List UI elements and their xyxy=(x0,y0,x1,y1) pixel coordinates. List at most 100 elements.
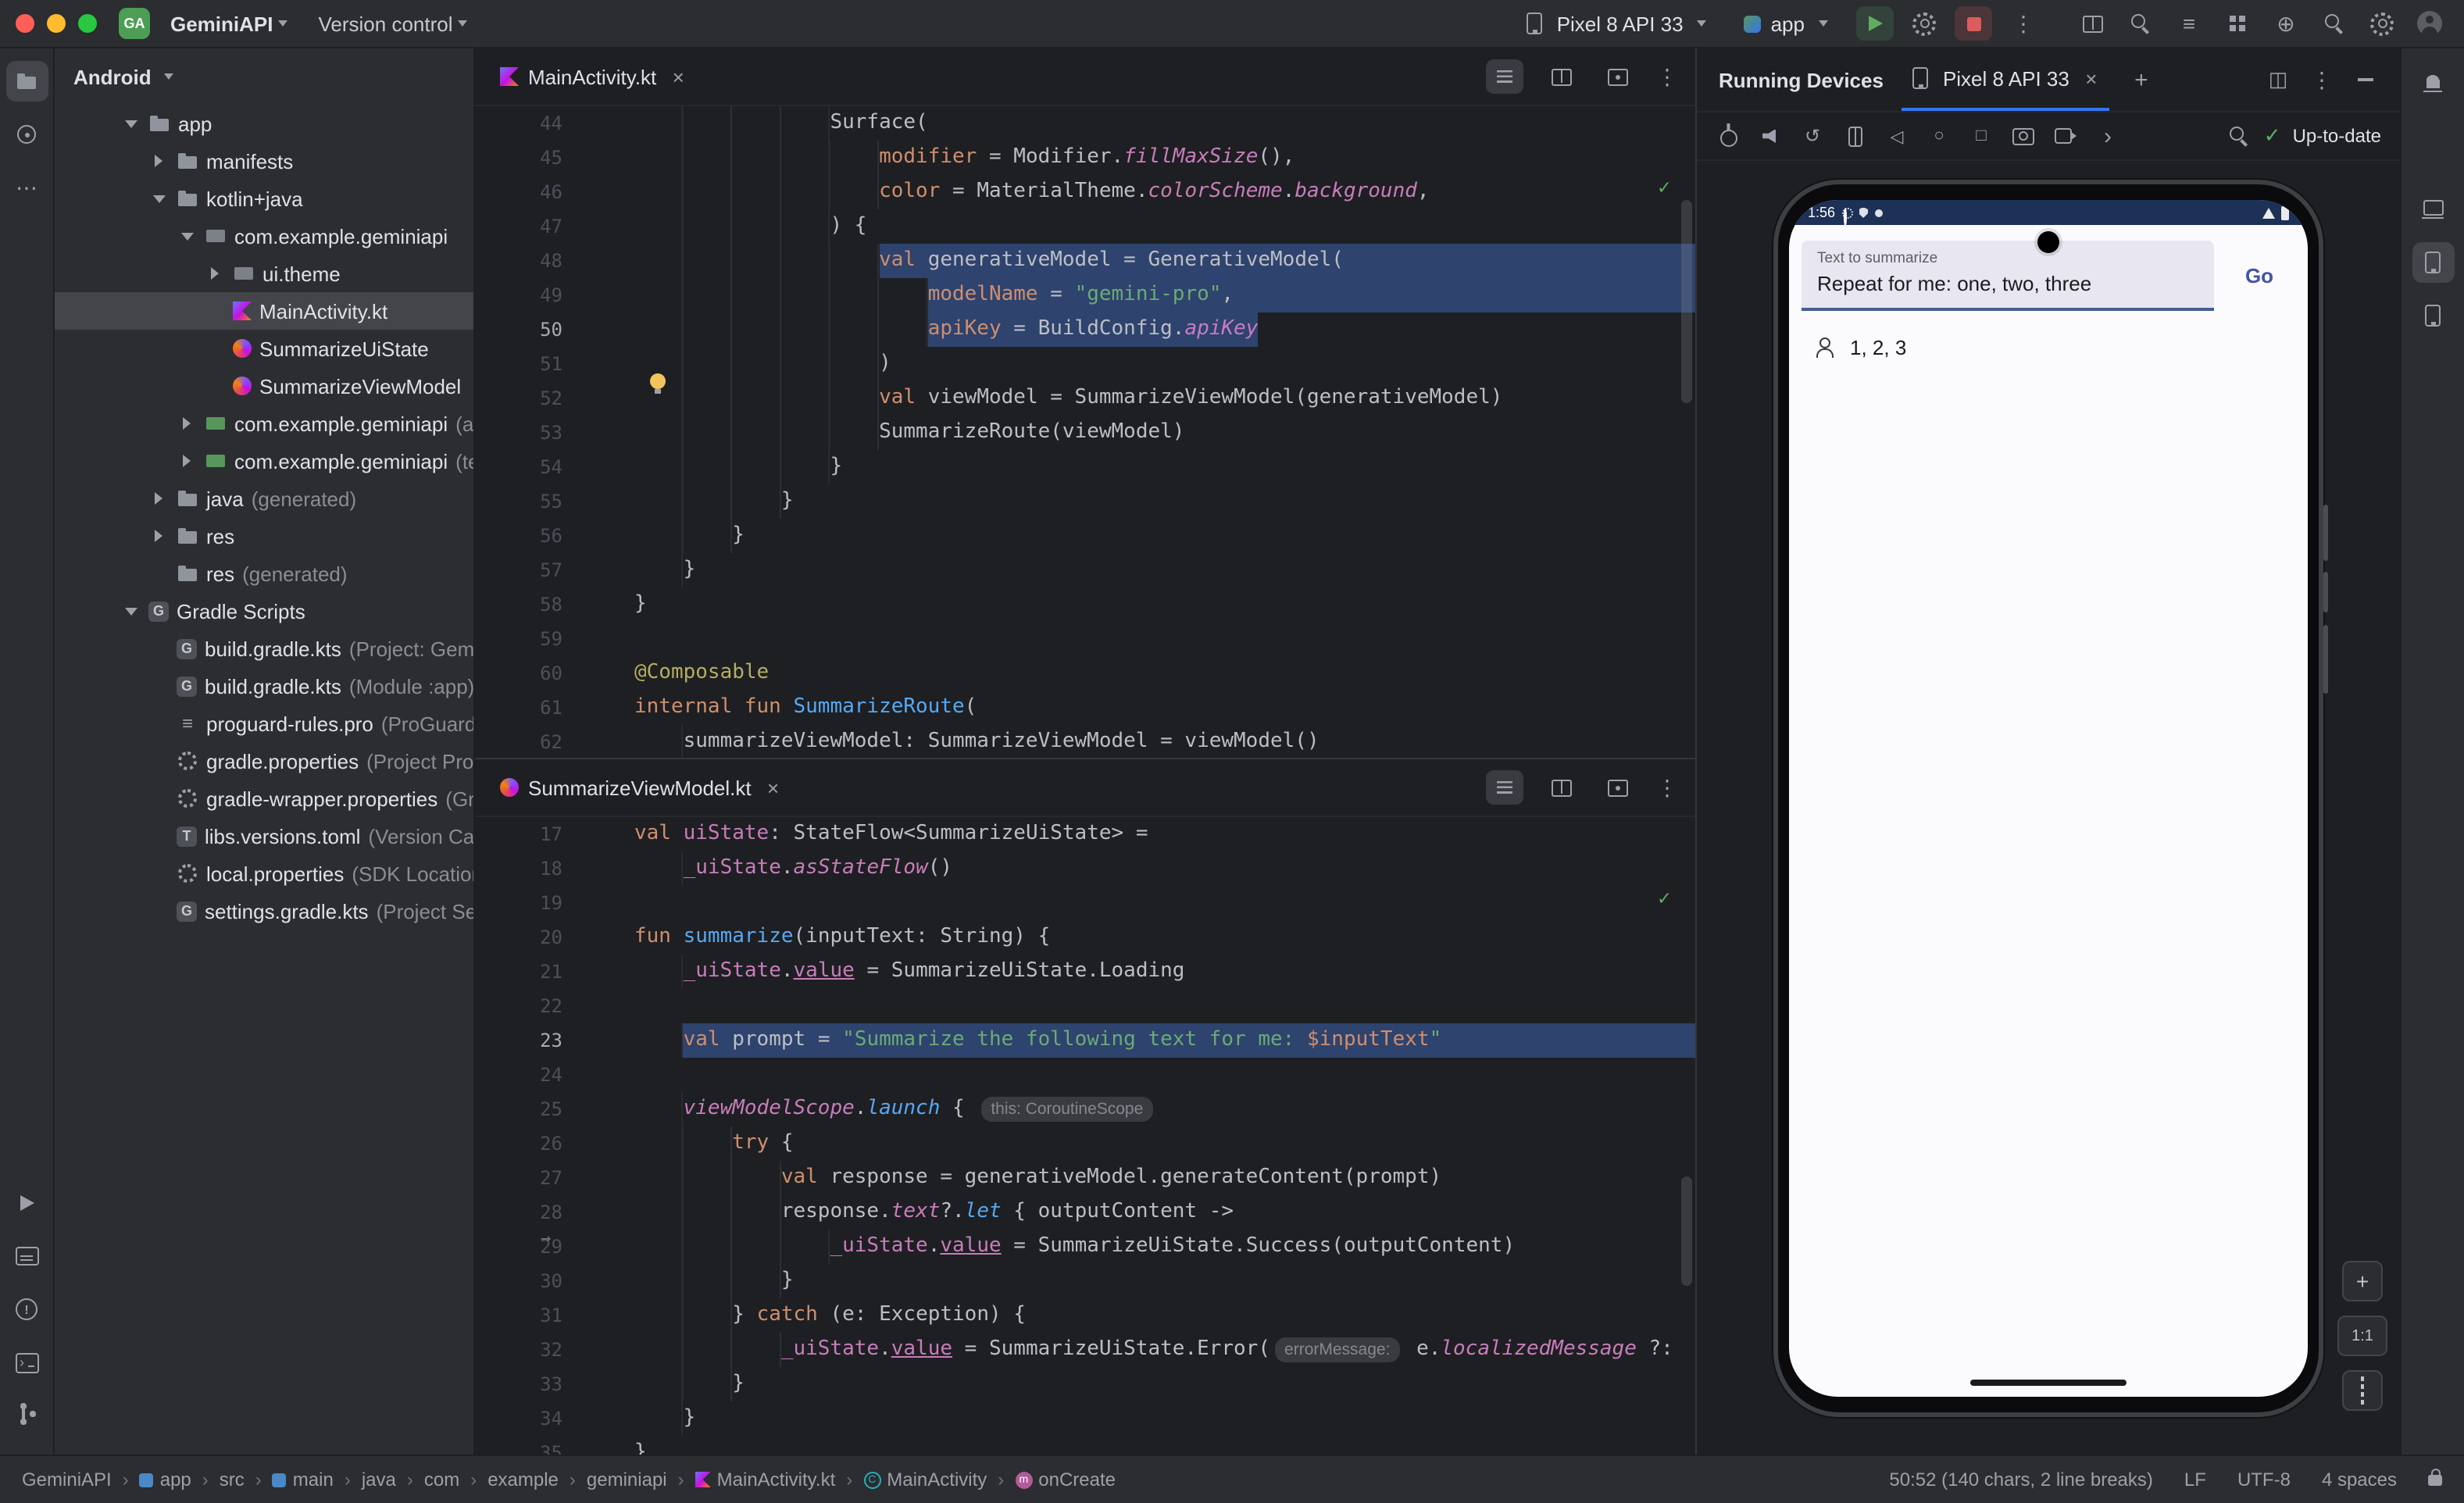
code-line[interactable]: 59 xyxy=(475,622,1695,656)
power-icon[interactable] xyxy=(1716,123,1741,148)
line-number[interactable]: 24 xyxy=(475,1058,575,1092)
line-number[interactable]: 33 xyxy=(475,1367,575,1401)
chevron-down-icon[interactable] xyxy=(120,120,141,127)
code-line[interactable]: 27 val response = generativeModel.genera… xyxy=(475,1161,1695,1195)
chevron-down-icon[interactable] xyxy=(120,607,141,615)
code-line[interactable]: 24 xyxy=(475,1058,1695,1092)
indent-setting[interactable]: 4 spaces xyxy=(2322,1469,2397,1491)
more-tool-windows-button[interactable] xyxy=(5,167,48,208)
code-line[interactable]: 29 _uiState.value = SummarizeUiState.Suc… xyxy=(475,1230,1695,1264)
plugins-icon[interactable] xyxy=(2225,11,2250,36)
code-view-button[interactable] xyxy=(1486,770,1523,805)
tab-pixel-8-api-33[interactable]: Pixel 8 API 33 xyxy=(1902,48,2110,111)
line-number[interactable]: 20 xyxy=(475,920,575,955)
running-devices-button[interactable] xyxy=(2412,242,2454,283)
readonly-lock-icon[interactable] xyxy=(2428,1474,2442,1485)
intention-bulb-icon[interactable] xyxy=(647,372,669,397)
chevron-down-icon[interactable] xyxy=(177,232,197,240)
line-number[interactable]: 47 xyxy=(475,209,575,244)
gutter-suspend-icon[interactable] xyxy=(541,1222,551,1256)
code-area-summarizeviewmodel[interactable]: 17val uiState: StateFlow<SummarizeUiStat… xyxy=(475,817,1695,1455)
caret-position[interactable]: 50:52 (140 chars, 2 line breaks) xyxy=(1889,1469,2153,1491)
close-tab-icon[interactable] xyxy=(666,64,691,89)
scrollbar-thumb[interactable] xyxy=(1681,200,1692,403)
code-line[interactable]: 31 } catch (e: Exception) { xyxy=(475,1298,1695,1333)
zoom-window-button[interactable] xyxy=(78,14,97,33)
run-config-selector[interactable]: app xyxy=(1735,7,1837,40)
inspections-ok-icon[interactable] xyxy=(1658,883,1670,917)
code-line[interactable]: 32 _uiState.value = SummarizeUiState.Err… xyxy=(475,1333,1695,1367)
close-tab-icon[interactable] xyxy=(761,775,786,800)
panel-options-icon[interactable] xyxy=(2309,67,2334,92)
code-line[interactable]: 57 } xyxy=(475,553,1695,587)
code-line[interactable]: 19 xyxy=(475,886,1695,920)
inspections-ok-icon[interactable] xyxy=(1658,172,1670,206)
device-selector[interactable]: Pixel 8 API 33 xyxy=(1513,6,1716,41)
tree-item[interactable]: Gbuild.gradle.kts(Module :app) xyxy=(55,667,473,705)
line-number[interactable]: 34 xyxy=(475,1401,575,1436)
notifications-button[interactable] xyxy=(2412,61,2454,102)
code-line[interactable]: 55 } xyxy=(475,484,1695,519)
volume-icon[interactable] xyxy=(1758,123,1783,148)
device-manager-button[interactable] xyxy=(2412,189,2454,230)
code-line[interactable]: 30 } xyxy=(475,1264,1695,1298)
code-line[interactable]: 61internal fun SummarizeRoute( xyxy=(475,691,1695,725)
code-line[interactable]: 28 response.text?.let { outputContent -> xyxy=(475,1195,1695,1230)
line-number[interactable]: 59 xyxy=(475,622,575,656)
zoom-icon[interactable] xyxy=(2227,123,2252,148)
split-panel-icon[interactable] xyxy=(2266,67,2291,92)
tree-item[interactable]: app xyxy=(55,105,473,142)
code-line[interactable]: 25 viewModelScope.launch { this: Corouti… xyxy=(475,1092,1695,1126)
code-line[interactable]: 50 apiKey = BuildConfig.apiKey xyxy=(475,312,1695,347)
tree-item[interactable]: java(generated) xyxy=(55,480,473,517)
add-device-icon[interactable] xyxy=(2129,67,2154,92)
version-control-menu[interactable]: Version control xyxy=(308,7,478,40)
line-number[interactable]: 32 xyxy=(475,1333,575,1367)
code-line[interactable]: 33 } xyxy=(475,1367,1695,1401)
line-number[interactable]: 61 xyxy=(475,691,575,725)
tree-item[interactable]: com.example.geminiapi xyxy=(55,217,473,255)
code-line[interactable]: 17val uiState: StateFlow<SummarizeUiStat… xyxy=(475,817,1695,851)
project-tool-button[interactable] xyxy=(5,61,48,102)
breadcrumb-item[interactable]: java xyxy=(362,1469,396,1491)
line-number[interactable]: 49 xyxy=(475,278,575,312)
tree-item[interactable]: MainActivity.kt xyxy=(55,292,473,330)
tree-item[interactable]: gradle-wrapper.properties(Gra xyxy=(55,780,473,817)
line-number[interactable]: 52 xyxy=(475,381,575,416)
tree-item[interactable]: Gbuild.gradle.kts(Project: Gemin xyxy=(55,630,473,667)
line-number[interactable]: 44 xyxy=(475,106,575,141)
line-number[interactable]: 45 xyxy=(475,141,575,175)
text-input-field[interactable]: Text to summarize Repeat for me: one, tw… xyxy=(1802,241,2214,311)
zoom-reset-button[interactable]: 1:1 xyxy=(2337,1316,2387,1356)
line-number[interactable]: 35 xyxy=(475,1436,575,1455)
screen-record-icon[interactable] xyxy=(2053,123,2078,148)
tree-item[interactable]: com.example.geminiapi(test xyxy=(55,442,473,480)
tree-item[interactable]: SummarizeViewModel xyxy=(55,367,473,405)
terminal-tool-button[interactable] xyxy=(5,1342,48,1383)
back-icon[interactable] xyxy=(1884,123,1909,148)
settings-icon[interactable] xyxy=(2370,12,2394,35)
breadcrumb-item[interactable]: example xyxy=(487,1469,559,1491)
tree-item[interactable]: GGradle Scripts xyxy=(55,592,473,630)
code-line[interactable]: 58} xyxy=(475,587,1695,622)
go-button[interactable]: Go xyxy=(2223,264,2295,287)
code-line[interactable]: 21 _uiState.value = SummarizeUiState.Loa… xyxy=(475,955,1695,989)
breadcrumb-item[interactable]: onCreate xyxy=(1015,1469,1116,1491)
design-view-button[interactable] xyxy=(1598,770,1636,805)
line-number[interactable]: 57 xyxy=(475,553,575,587)
close-tab-icon[interactable] xyxy=(2079,66,2104,91)
code-area-mainactivity[interactable]: 44 Surface(45 modifier = Modifier.fillMa… xyxy=(475,106,1695,758)
code-line[interactable]: 18 _uiState.asStateFlow() xyxy=(475,851,1695,886)
tree-item[interactable]: Gsettings.gradle.kts(Project Sett xyxy=(55,892,473,930)
line-number[interactable]: 56 xyxy=(475,519,575,553)
more-toolbar-icon[interactable] xyxy=(2095,123,2120,148)
tree-item[interactable]: res(generated) xyxy=(55,555,473,592)
fold-icon[interactable] xyxy=(1842,123,1867,148)
chevron-right-icon[interactable] xyxy=(148,155,169,167)
code-line[interactable]: 60@Composable xyxy=(475,656,1695,691)
code-line[interactable]: 35} xyxy=(475,1436,1695,1455)
chevron-right-icon[interactable] xyxy=(177,417,197,430)
line-number[interactable]: 17 xyxy=(475,817,575,851)
phone-screen[interactable]: 1:56 Text to summarize R xyxy=(1789,200,2308,1397)
tree-item[interactable]: res xyxy=(55,517,473,555)
